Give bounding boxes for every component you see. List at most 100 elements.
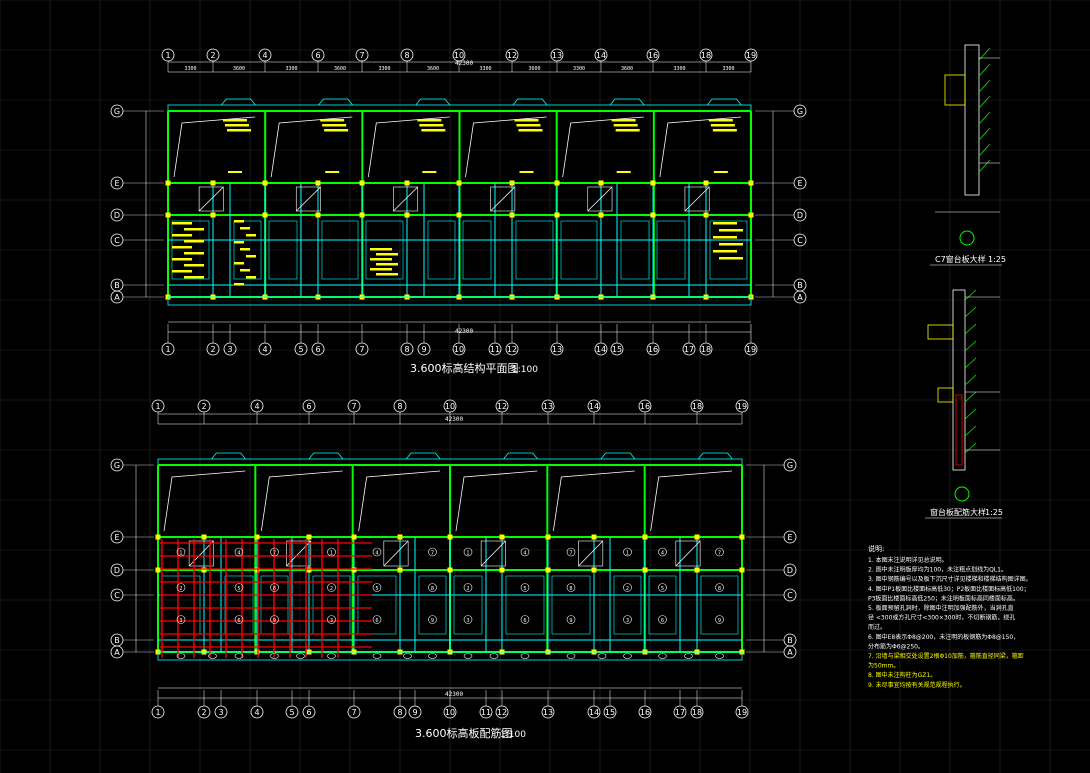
pb-axis-bottom-19-label: 19 [737, 708, 747, 717]
pt-column [315, 180, 321, 186]
pt-axis-bottom-15-label: 15 [612, 345, 622, 354]
pt-label-mark [616, 171, 631, 173]
pt-column [404, 180, 410, 186]
pt-label-mark [322, 124, 347, 127]
pb-slab-tag-label: 9 [718, 618, 721, 624]
pb-slab-tag-label: 1 [466, 551, 469, 557]
pb-axis-bottom-4-label: 4 [254, 708, 259, 717]
pb-column [397, 567, 403, 573]
pt-column [748, 212, 754, 218]
pt-label-mark [320, 119, 345, 122]
pb-axis-right-A-label: A [787, 648, 793, 657]
pt-label-mark [611, 119, 636, 122]
pt-label-mark [184, 264, 204, 267]
pt-axis-bottom-3-label: 3 [227, 345, 232, 354]
pt-column [598, 180, 604, 186]
pb-axis-bottom-9-label: 9 [412, 708, 417, 717]
pt-axis-left-C-label: C [114, 236, 120, 245]
pb-axis-top-16-label: 16 [640, 402, 650, 411]
pb-axis-bottom-7-label: 7 [351, 708, 356, 717]
pb-axis-bottom-10-label: 10 [445, 708, 455, 717]
cad-drawing-canvas: 3300 3600 3300 3600 3300 3600 3300 3600 3300 3600… [0, 0, 1090, 773]
pb-axis-top-1-label: 1 [155, 402, 160, 411]
pb-column [201, 534, 207, 540]
pt-label-mark [519, 171, 534, 173]
pb-slab-tag-label: 6 [237, 618, 240, 624]
pt-label-mark [246, 255, 256, 258]
pt-axis-top-2-label: 2 [210, 51, 215, 60]
pt-column [359, 212, 365, 218]
pt-label-mark [417, 119, 442, 122]
pb-column [254, 567, 260, 573]
pb-axis-bottom-14-label: 14 [589, 708, 599, 717]
plan-bottom-scale: 1:100 [500, 730, 526, 740]
pt-label-mark [234, 262, 244, 265]
pb-column [254, 534, 260, 540]
pt-column [650, 212, 656, 218]
pt-axis-right-A-label: A [797, 293, 803, 302]
pb-slab-tag-label: 1 [330, 551, 333, 557]
pt-axis-bottom-19-label: 19 [746, 345, 756, 354]
pt-label-mark [376, 263, 398, 266]
pt-dim-text-top: 3600 [528, 66, 540, 72]
pb-slab-tag-label: 2 [179, 586, 182, 592]
plan-top-total-dim: 42300 [455, 60, 473, 67]
pb-slab-tag-label: 2 [330, 586, 333, 592]
pb-column [397, 534, 403, 540]
pb-slab-tag-label: 4 [523, 551, 526, 557]
pt-column [165, 212, 171, 218]
pt-axis-bottom-1-label: 1 [165, 345, 170, 354]
pt-dim-text-top: 3600 [427, 66, 439, 72]
plan-top-scale: 1:100 [512, 365, 538, 375]
pt-axis-bottom-5-label: 5 [298, 345, 303, 354]
pb-column [739, 534, 745, 540]
pt-column [509, 180, 515, 186]
pb-axis-bottom-2-label: 2 [201, 708, 206, 717]
pt-axis-bottom-2-label: 2 [210, 345, 215, 354]
pt-column [509, 212, 515, 218]
pb-axis-bottom-5-label: 5 [289, 708, 294, 717]
pt-label-mark [376, 253, 398, 256]
pb-slab-tag-label: 5 [375, 586, 378, 592]
pb-column [447, 534, 453, 540]
pt-axis-bottom-9-label: 9 [421, 345, 426, 354]
notes-line: 7. 沿墙与梁相交处设置2根Φ10加筋，箍筋直径同梁，箍距 [868, 652, 1024, 660]
pt-label-mark [516, 124, 541, 127]
pt-label-mark [325, 171, 340, 173]
pb-column [351, 567, 357, 573]
pb-slab-tag-label: 4 [237, 551, 240, 557]
pt-label-mark [719, 243, 743, 246]
pt-label-mark [184, 228, 204, 231]
pb-column [694, 534, 700, 540]
pb-axis-right-G-label: G [787, 461, 793, 470]
pt-dim-text-top: 3300 [378, 66, 390, 72]
pt-column [315, 212, 321, 218]
notes-line: 2. 图中未注明板厚均为100，未注粗点划线为QL1。 [868, 566, 1007, 574]
pb-axis-top-12-label: 12 [497, 402, 507, 411]
pt-label-mark [514, 119, 539, 122]
pt-label-mark [172, 234, 192, 237]
plan-bottom-title: 3.600标高板配筋图 [415, 726, 513, 740]
pb-column [694, 567, 700, 573]
notes-heading: 说明: [868, 544, 884, 553]
pt-axis-top-6-label: 6 [315, 51, 320, 60]
pt-label-mark [223, 119, 247, 122]
pb-axis-top-8-label: 8 [397, 402, 402, 411]
pt-label-mark [172, 222, 192, 225]
pb-slab-tag-label: 7 [273, 551, 276, 557]
pb-column [591, 534, 597, 540]
pt-axis-top-16-label: 16 [648, 51, 658, 60]
pt-dim-text-top: 3300 [285, 66, 297, 72]
pt-column [165, 180, 171, 186]
pb-slab-tag-label: 2 [626, 586, 629, 592]
pb-column [499, 534, 505, 540]
pt-label-mark [240, 227, 250, 230]
detail-2-scale: 1:25 [985, 508, 1003, 517]
pb-column [545, 534, 551, 540]
pt-label-mark [712, 129, 737, 132]
pb-slab-tag-label: 3 [626, 618, 629, 624]
pt-axis-bottom-18-label: 18 [701, 345, 711, 354]
pt-label-mark [228, 171, 242, 173]
notes-line: 径 <300或方孔尺寸<300×300时，不切断钢筋，绕孔 [868, 614, 1015, 622]
pt-axis-top-7-label: 7 [359, 51, 364, 60]
